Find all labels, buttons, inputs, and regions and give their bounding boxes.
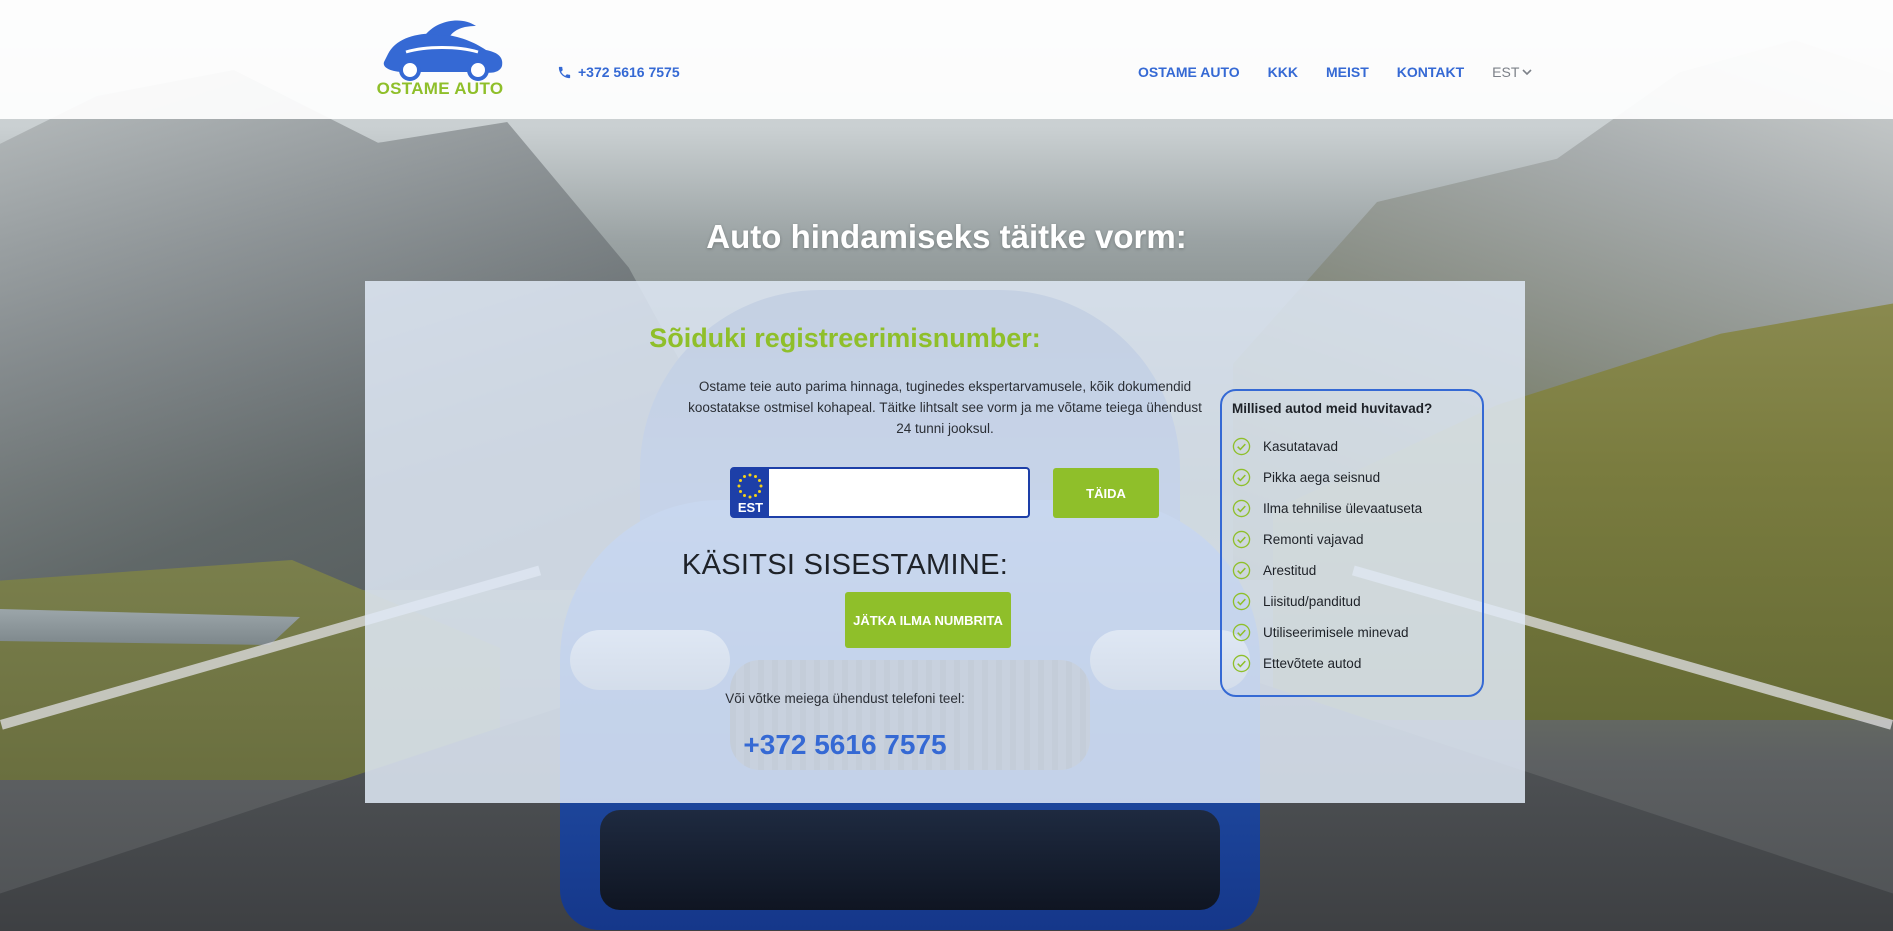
main-nav: OSTAME AUTO KKK MEIST KONTAKT EST [1138, 64, 1532, 80]
list-item-label: Ettevõtete autod [1263, 656, 1362, 671]
check-circle-icon [1232, 468, 1251, 487]
list-item-label: Pikka aega seisnud [1263, 470, 1381, 485]
header-phone-text: +372 5616 7575 [578, 64, 680, 80]
list-item: Utiliseerimisele minevad [1232, 617, 1472, 648]
phone-icon [558, 66, 571, 78]
list-item: Arestitud [1232, 555, 1472, 586]
list-item: Ettevõtete autod [1232, 648, 1472, 679]
check-circle-icon [1232, 623, 1251, 642]
contact-phone-link[interactable]: +372 5616 7575 [365, 729, 1325, 761]
valuation-form-panel: Sõiduki registreerimisnumber: Ostame tei… [365, 281, 1525, 803]
check-circle-icon [1232, 592, 1251, 611]
check-circle-icon [1232, 437, 1251, 456]
language-selector[interactable]: EST [1492, 64, 1532, 80]
plate-number-input[interactable] [769, 469, 1077, 516]
list-item-label: Ilma tehnilise ülevaatuseta [1263, 501, 1423, 516]
manual-entry-title: KÄSITSI SISESTAMINE: [681, 549, 1009, 581]
eu-stars-icon [737, 473, 763, 499]
registration-heading: Sõiduki registreerimisnumber: [649, 323, 1041, 353]
logo-text: OSTAME AUTO [376, 79, 504, 98]
header-phone[interactable]: +372 5616 7575 [557, 64, 680, 80]
continue-without-number-button[interactable]: JÄTKA ILMA NUMBRITA [845, 592, 1011, 648]
interested-cars-list: Kasutatavad Pikka aega seisnud Ilma tehn… [1232, 431, 1472, 679]
list-item-label: Kasutatavad [1263, 439, 1339, 454]
list-item: Remonti vajavad [1232, 524, 1472, 555]
nav-item-kkk[interactable]: KKK [1268, 64, 1298, 80]
list-item: Pikka aega seisnud [1232, 462, 1472, 493]
form-description: Ostame teie auto parima hinnaga, tugined… [688, 379, 1202, 436]
list-item-label: Arestitud [1263, 563, 1317, 578]
chevron-down-icon [1522, 69, 1532, 76]
check-circle-icon [1232, 654, 1251, 673]
page-title: Auto hindamiseks täitke vorm: [706, 218, 1187, 255]
list-item-label: Remonti vajavad [1263, 532, 1364, 547]
call-prompt: Või võtke meiega ühendust telefoni teel: [725, 691, 965, 706]
interested-cars-box: Millised autod meid huvitavad? Kasutatav… [1220, 389, 1484, 697]
list-item: Liisitud/panditud [1232, 586, 1472, 617]
language-label: EST [1492, 64, 1520, 80]
list-item: Kasutatavad [1232, 431, 1472, 462]
site-header: OSTAME AUTO +372 5616 7575 OSTAME AUTO K… [0, 0, 1893, 119]
list-item-label: Utiliseerimisele minevad [1263, 625, 1409, 640]
interested-cars-title: Millised autod meid huvitavad? [1232, 401, 1433, 416]
check-circle-icon [1232, 561, 1251, 580]
logo-car-icon [383, 20, 503, 81]
car-bumper [600, 810, 1220, 910]
nav-item-kontakt[interactable]: KONTAKT [1397, 64, 1464, 80]
plate-eu-band: EST [732, 469, 769, 516]
list-item: Ilma tehnilise ülevaatuseta [1232, 493, 1472, 524]
nav-item-ostame-auto[interactable]: OSTAME AUTO [1138, 64, 1240, 80]
license-plate-field: EST [730, 467, 1077, 518]
logo[interactable]: OSTAME AUTO [366, 16, 514, 102]
nav-item-meist[interactable]: MEIST [1326, 64, 1369, 80]
check-circle-icon [1232, 499, 1251, 518]
list-item-label: Liisitud/panditud [1263, 594, 1361, 609]
plate-country-code: EST [737, 500, 764, 515]
fill-button[interactable]: TÄIDA [1053, 468, 1159, 518]
check-circle-icon [1232, 530, 1251, 549]
